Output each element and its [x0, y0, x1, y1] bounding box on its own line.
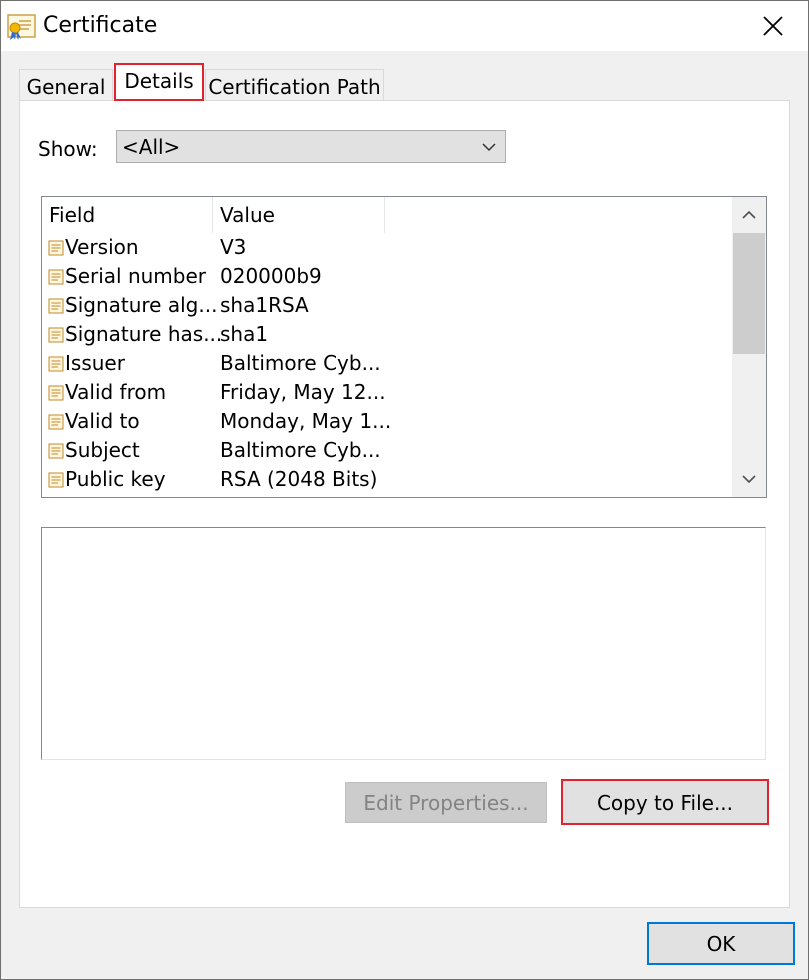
copy-to-file-button[interactable]: Copy to File... [561, 779, 769, 825]
table-row[interactable]: Valid to Monday, May 1... [42, 407, 732, 436]
field-value: V3 [220, 235, 247, 259]
field-value: Baltimore Cyb... [220, 351, 381, 375]
field-icon [48, 240, 64, 256]
scroll-thumb[interactable] [733, 233, 765, 354]
ok-button[interactable]: OK [647, 922, 795, 965]
column-header-value[interactable]: Value [214, 197, 385, 233]
chevron-down-icon [742, 475, 756, 484]
field-name: Signature alg... [65, 293, 218, 317]
window-title: Certificate [43, 13, 158, 38]
field-name: Public key [65, 467, 166, 491]
field-value-box[interactable] [41, 527, 766, 760]
field-name: Serial number [65, 264, 207, 288]
field-name: Valid to [65, 409, 140, 433]
field-icon [48, 269, 64, 285]
field-name: Valid from [65, 380, 167, 404]
table-row[interactable]: Subject Baltimore Cyb... [42, 436, 732, 465]
show-dropdown[interactable]: <All> [116, 130, 506, 163]
table-row[interactable]: Serial number 020000b9 [42, 262, 732, 291]
tab-certification-path[interactable]: Certification Path [205, 69, 384, 101]
field-name: Issuer [65, 351, 125, 375]
field-value: sha1 [220, 322, 269, 346]
table-row[interactable]: Public key RSA (2048 Bits) [42, 465, 732, 494]
field-value: RSA (2048 Bits) [220, 467, 378, 491]
tab-details[interactable]: Details [114, 63, 204, 101]
chevron-up-icon [742, 210, 756, 219]
field-icon [48, 298, 64, 314]
field-icon [48, 356, 64, 372]
vertical-scrollbar[interactable] [732, 197, 766, 497]
field-name: Version [65, 235, 139, 259]
field-icon [48, 385, 64, 401]
close-button[interactable] [738, 1, 808, 51]
field-name: Subject [65, 438, 140, 462]
field-value: Friday, May 12... [220, 380, 386, 404]
field-name: Signature has... [65, 322, 223, 346]
field-value: 020000b9 [220, 264, 322, 288]
show-label: Show: [38, 137, 98, 161]
fields-list[interactable]: Field Value Version V3 Serial number 020000… [41, 196, 767, 498]
field-icon [48, 414, 64, 430]
close-icon [763, 16, 783, 36]
table-row[interactable]: Version V3 [42, 233, 732, 262]
table-row[interactable]: Valid from Friday, May 12... [42, 378, 732, 407]
tab-general[interactable]: General [19, 69, 113, 101]
title-bar: Certificate [1, 1, 808, 51]
scroll-up-button[interactable] [732, 197, 766, 233]
field-value: Monday, May 1... [220, 409, 392, 433]
field-icon [48, 327, 64, 343]
show-dropdown-value: <All> [122, 135, 181, 159]
scroll-down-button[interactable] [732, 461, 766, 497]
field-value: Baltimore Cyb... [220, 438, 381, 462]
certificate-icon [7, 14, 36, 40]
field-icon [48, 472, 64, 488]
chevron-down-icon [482, 143, 496, 152]
field-value: sha1RSA [220, 293, 309, 317]
edit-properties-button[interactable]: Edit Properties... [345, 782, 547, 823]
table-row[interactable]: Issuer Baltimore Cyb... [42, 349, 732, 378]
table-row[interactable]: Signature has... sha1 [42, 320, 732, 349]
certificate-dialog: Certificate General Details Certificatio… [0, 0, 809, 980]
table-row[interactable]: Signature alg... sha1RSA [42, 291, 732, 320]
field-icon [48, 443, 64, 459]
column-header-field[interactable]: Field [42, 197, 213, 233]
